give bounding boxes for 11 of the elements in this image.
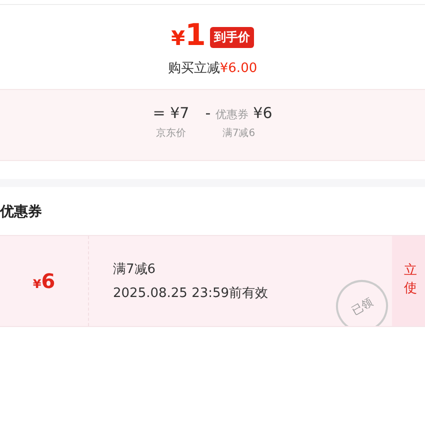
breakdown-caption: 京东价 bbox=[156, 126, 186, 140]
breakdown-value: = ¥7 bbox=[152, 104, 190, 122]
final-price-badge: 到手价 bbox=[210, 26, 254, 48]
breakdown-value: - 优惠券 ¥6 bbox=[205, 104, 272, 122]
coupon-validity: 2025.08.25 23:59前有效 bbox=[113, 285, 270, 302]
discount-text: 购买立减¥6.00 bbox=[168, 60, 258, 77]
use-now-button[interactable]: 立 使 bbox=[392, 236, 425, 326]
coupon-title: 满7减6 bbox=[113, 261, 157, 278]
breakdown-caption: 满7减6 bbox=[222, 126, 256, 140]
price: ¥1 bbox=[171, 19, 206, 55]
coupon-amount: ¥6 bbox=[32, 269, 56, 293]
